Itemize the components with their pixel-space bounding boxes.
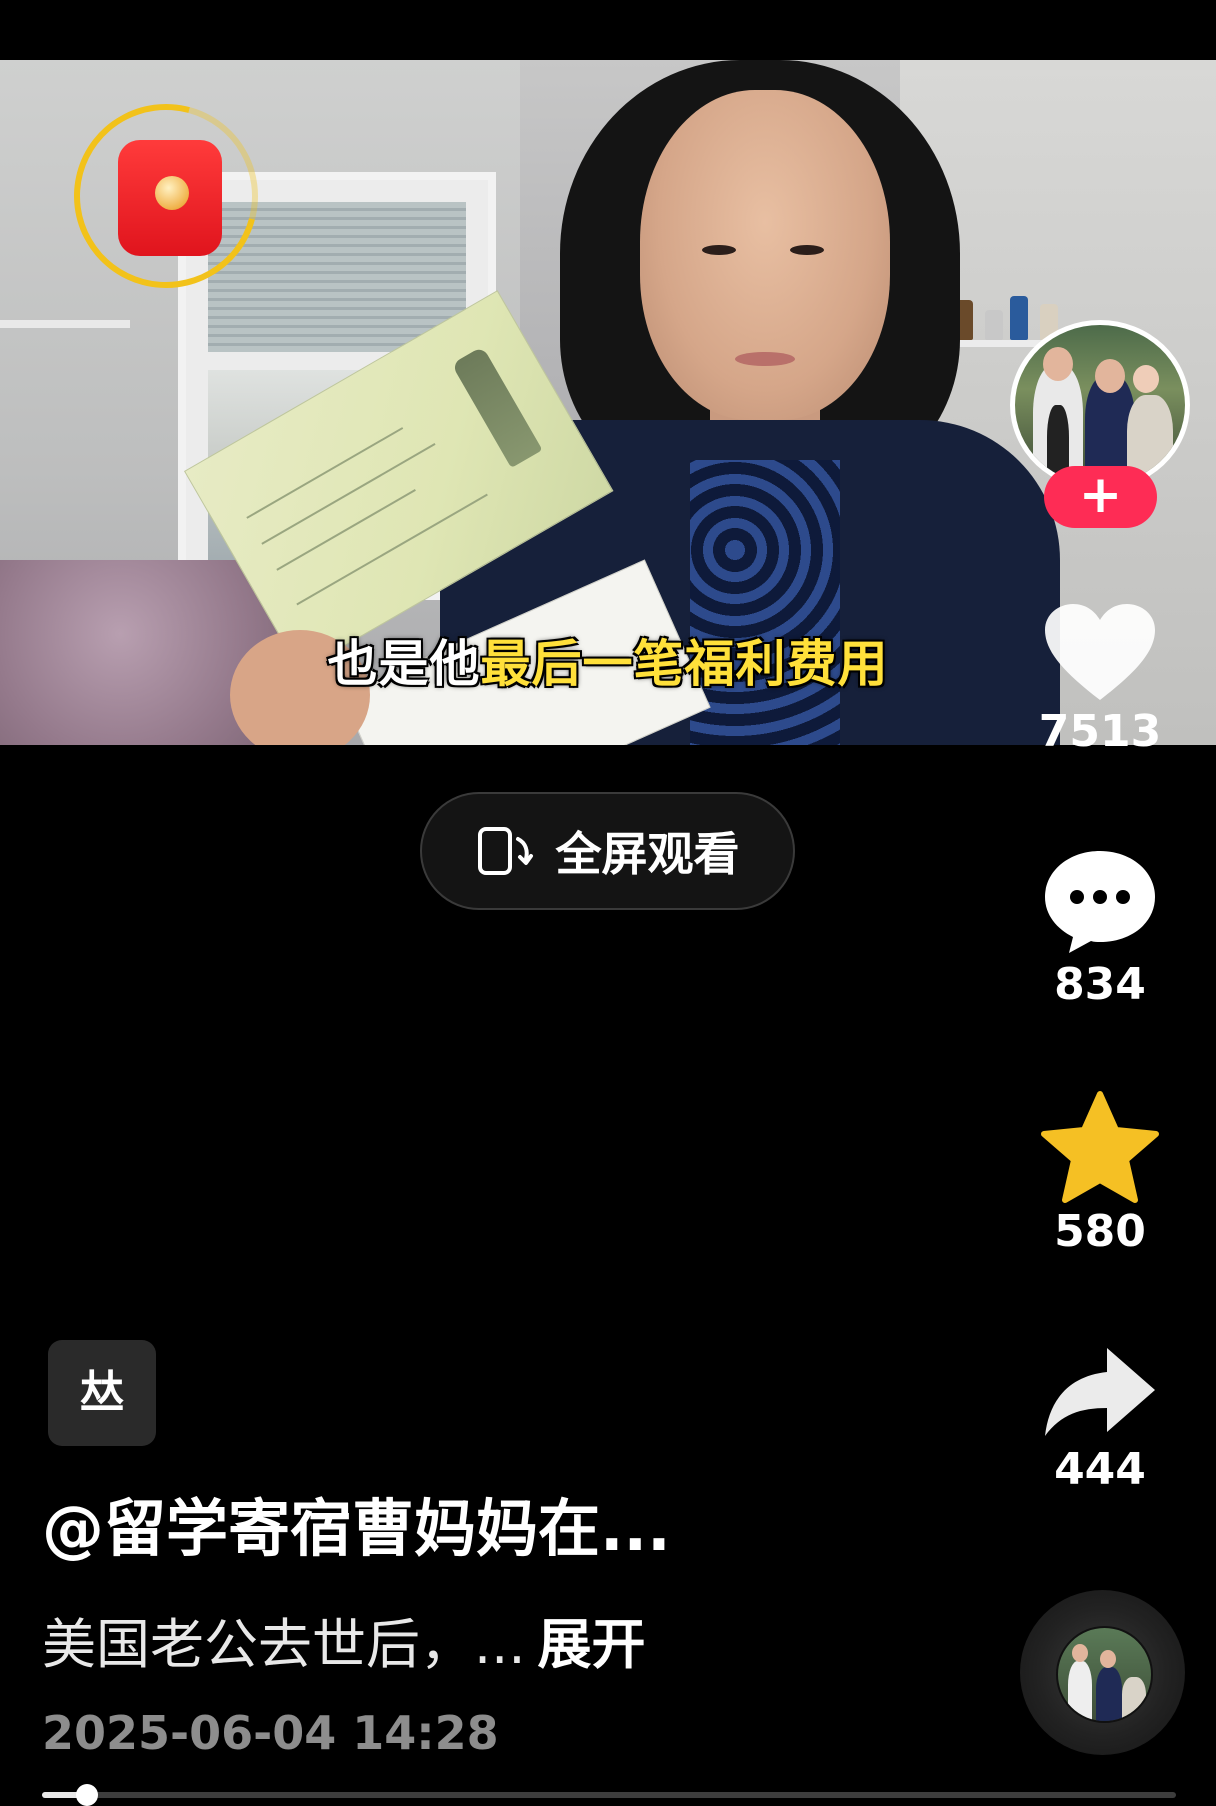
author-name[interactable]: @留学寄宿曹妈妈在... xyxy=(42,1478,671,1568)
person-blouse xyxy=(690,460,840,745)
video-progress-bar[interactable] xyxy=(42,1784,1176,1806)
like-count: 7513 xyxy=(1038,706,1162,757)
favorite-action[interactable]: 580 xyxy=(1030,1090,1170,1257)
subtitle-yellow-text: 最后一笔福利费用 xyxy=(480,635,889,693)
follow-button[interactable]: + xyxy=(1044,466,1157,528)
person-face xyxy=(640,90,890,420)
comment-action[interactable]: 834 xyxy=(1030,845,1170,1010)
statue-of-liberty-icon xyxy=(451,346,543,469)
description-text: 美国老公去世后，... xyxy=(42,1613,526,1676)
comment-count: 834 xyxy=(1054,959,1146,1010)
expand-link[interactable]: 展开 xyxy=(538,1613,646,1676)
comment-bubble-icon[interactable] xyxy=(1041,845,1159,957)
music-cover xyxy=(1056,1626,1153,1723)
favorite-count: 580 xyxy=(1054,1206,1146,1257)
share-count: 444 xyxy=(1054,1444,1146,1495)
template-badge-button[interactable]: 𠀤 xyxy=(48,1340,156,1446)
fullscreen-button[interactable]: 全屏观看 xyxy=(420,792,795,910)
heart-icon[interactable] xyxy=(1041,600,1159,704)
rotate-screen-icon xyxy=(477,827,533,875)
star-icon[interactable] xyxy=(1040,1090,1160,1204)
share-action[interactable]: 444 xyxy=(1030,1342,1170,1495)
post-date: 2025-06-04 14:28 xyxy=(42,1706,499,1760)
subtitle-white-text: 也是他 xyxy=(327,635,481,693)
wall-shelf xyxy=(0,320,130,328)
like-action[interactable]: 7513 xyxy=(1030,600,1170,757)
post-description: 美国老公去世后，... 展开 xyxy=(42,1600,646,1679)
fullscreen-label: 全屏观看 xyxy=(555,827,740,881)
red-envelope-icon[interactable] xyxy=(118,140,222,256)
music-disc[interactable] xyxy=(1020,1590,1185,1755)
share-arrow-icon[interactable] xyxy=(1041,1342,1159,1442)
